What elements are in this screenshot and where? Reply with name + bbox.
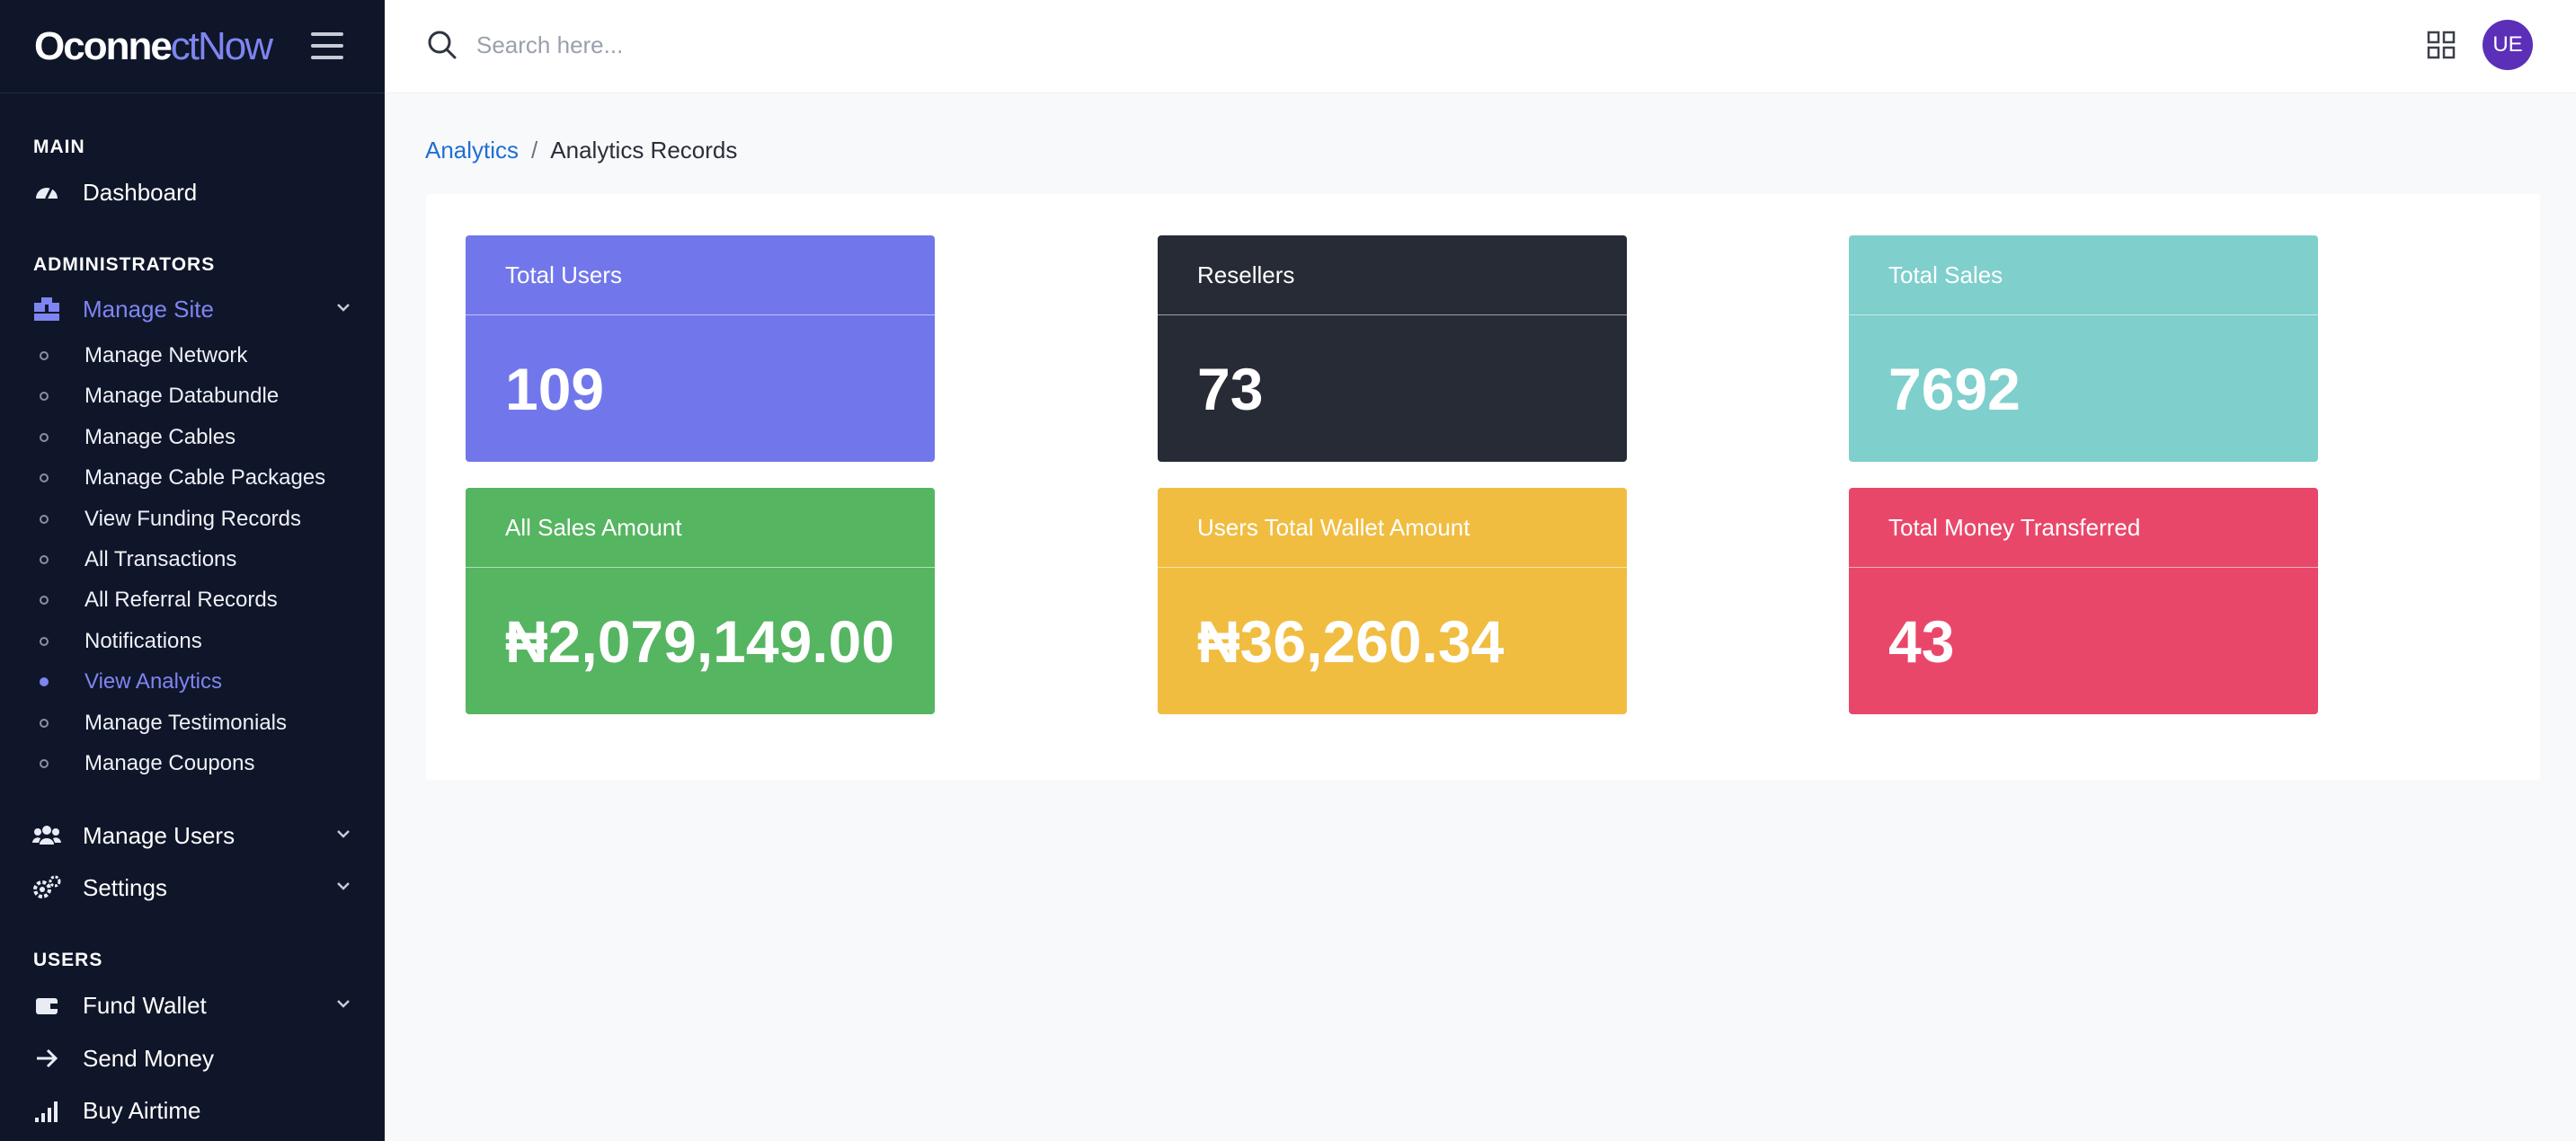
sidebar-subitem-notifications[interactable]: Notifications (40, 625, 345, 658)
stat-card-users-wallet-amount: Users Total Wallet Amount ₦36,260.34 (1158, 488, 1627, 714)
bullet-icon (40, 759, 49, 768)
sidebar-item-manage-site[interactable]: Manage Site (32, 289, 352, 329)
stat-card-value: 43 (1888, 607, 1955, 675)
stat-card-total-sales: Total Sales 7692 (1849, 235, 2318, 462)
sidebar-item-dashboard[interactable]: Dashboard (32, 172, 352, 212)
stat-card-title: Users Total Wallet Amount (1158, 488, 1627, 568)
sidebar-subitem-manage-network[interactable]: Manage Network (40, 340, 345, 372)
chevron-down-icon (337, 1000, 350, 1008)
chevron-down-icon (337, 304, 350, 312)
sidebar-subitem-view-analytics[interactable]: View Analytics (40, 666, 345, 698)
avatar[interactable]: UE (2483, 20, 2533, 70)
sidebar-subitem-label: Manage Cables (84, 424, 236, 449)
sidebar-item-label: Dashboard (83, 178, 198, 206)
brand: OconnectNow (0, 0, 385, 93)
sidebar-subitem-label: Manage Cable Packages (84, 465, 326, 491)
stat-card-total-users: Total Users 109 (466, 235, 935, 462)
chevron-down-icon (337, 882, 350, 890)
stat-card-title: Total Sales (1849, 235, 2318, 315)
boxes-icon (32, 295, 61, 323)
sidebar-subitem-label: All Transactions (84, 547, 237, 571)
top-bar: UE (385, 0, 2576, 93)
bullet-icon (40, 718, 49, 728)
brand-logo[interactable]: OconnectNow (34, 23, 273, 69)
section-main: MAIN (33, 137, 85, 157)
wallet-icon (32, 991, 61, 1020)
stat-card-title: Total Money Transferred (1849, 488, 2318, 568)
sidebar-item-buy-airtime[interactable]: Buy Airtime (32, 1091, 352, 1130)
breadcrumb-analytics-link[interactable]: Analytics (425, 137, 519, 164)
stat-card-title: All Sales Amount (466, 488, 935, 568)
sidebar-item-fund-wallet[interactable]: Fund Wallet (32, 986, 352, 1025)
breadcrumb: Analytics / Analytics Records (425, 137, 737, 164)
arrow-right-icon (32, 1044, 61, 1073)
sidebar-subitem-label: Notifications (84, 628, 202, 653)
bullet-icon (40, 596, 49, 606)
sidebar-subitem-all-referral-records[interactable]: All Referral Records (40, 584, 345, 616)
sidebar-item-label: Manage Site (83, 295, 214, 323)
sidebar-item-label: Buy Airtime (83, 1096, 201, 1124)
bullet-icon (40, 514, 49, 524)
sidebar-item-label: Send Money (83, 1044, 214, 1072)
sidebar-item-label: Manage Users (83, 821, 235, 849)
stat-card-title: Total Users (466, 235, 935, 315)
stat-card-value: 73 (1197, 355, 1264, 422)
bullet-icon (40, 432, 49, 442)
bullet-icon (40, 351, 49, 360)
sidebar-subitem-label: Manage Network (84, 343, 248, 367)
sidebar-subitem-label: Manage Coupons (84, 751, 255, 775)
stat-card-title: Resellers (1158, 235, 1627, 315)
gears-icon (32, 873, 61, 902)
brand-name-accent: ctNow (170, 23, 273, 68)
sidebar-subitem-manage-cables[interactable]: Manage Cables (40, 421, 345, 454)
sidebar-subitem-label: View Analytics (84, 669, 222, 694)
sidebar-subitem-all-transactions[interactable]: All Transactions (40, 544, 345, 576)
bullet-icon (40, 677, 49, 687)
sidebar-item-settings[interactable]: Settings (32, 868, 352, 907)
sidebar-item-label: Settings (83, 873, 167, 901)
users-icon (32, 821, 61, 850)
stat-card-all-sales-amount: All Sales Amount ₦2,079,149.00 (466, 488, 935, 714)
sidebar-subitem-label: Manage Databundle (84, 384, 280, 409)
menu-toggle-icon[interactable] (311, 32, 343, 59)
dashboard-icon (32, 178, 61, 207)
sidebar-subitem-manage-coupons[interactable]: Manage Coupons (40, 747, 345, 780)
chevron-down-icon (337, 830, 350, 838)
sidebar-subitem-view-funding-records[interactable]: View Funding Records (40, 503, 345, 535)
sidebar-item-manage-users[interactable]: Manage Users (32, 816, 352, 855)
section-users: USERS (33, 950, 103, 970)
stat-card-value: ₦36,260.34 (1197, 607, 1505, 675)
search-input[interactable] (476, 25, 1195, 65)
bullet-icon (40, 392, 49, 402)
search-icon[interactable] (426, 29, 458, 61)
apps-grid-icon[interactable] (2427, 31, 2456, 59)
sidebar-subitem-manage-cable-packages[interactable]: Manage Cable Packages (40, 462, 345, 494)
bullet-icon (40, 473, 49, 483)
stat-card-value: ₦2,079,149.00 (505, 607, 895, 675)
breadcrumb-separator: / (531, 137, 538, 164)
bullet-icon (40, 636, 49, 646)
sidebar-subitem-label: View Funding Records (84, 506, 302, 531)
stat-card-resellers: Resellers 73 (1158, 235, 1627, 462)
breadcrumb-current: Analytics Records (550, 137, 738, 164)
signal-icon (32, 1096, 61, 1125)
brand-name-main: Oconne (34, 23, 173, 68)
analytics-panel: Total Users 109 Resellers 73 Total Sales… (426, 194, 2540, 780)
section-administrators: ADMINISTRATORS (33, 254, 216, 275)
stat-card-value: 7692 (1888, 355, 2021, 422)
sidebar-subitem-label: All Referral Records (84, 588, 278, 613)
sidebar-item-label: Fund Wallet (83, 991, 207, 1019)
sidebar-subitem-manage-testimonials[interactable]: Manage Testimonials (40, 707, 345, 739)
stat-card-money-transferred: Total Money Transferred 43 (1849, 488, 2318, 714)
sidebar-subitem-label: Manage Testimonials (84, 710, 288, 735)
sidebar-subitem-manage-databundle[interactable]: Manage Databundle (40, 380, 345, 412)
bullet-icon (40, 555, 49, 564)
stat-card-value: 109 (505, 355, 605, 422)
sidebar: OconnectNow MAIN Dashboard ADMINISTRATOR… (0, 0, 385, 1141)
sidebar-item-send-money[interactable]: Send Money (32, 1039, 352, 1078)
